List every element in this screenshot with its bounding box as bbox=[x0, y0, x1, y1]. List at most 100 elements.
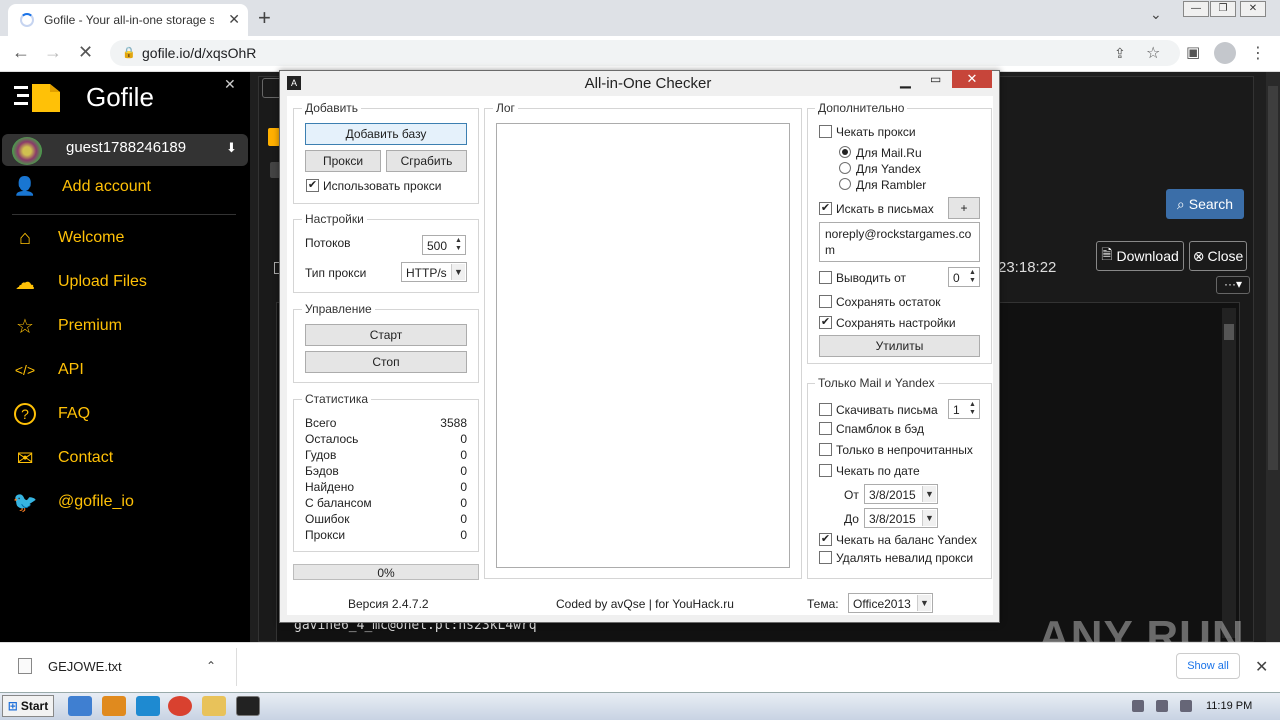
add-search-term-button[interactable]: + bbox=[948, 197, 980, 219]
check-by-date-checkbox[interactable] bbox=[819, 464, 832, 477]
check-proxy-checkbox[interactable] bbox=[819, 125, 832, 138]
spamblock-checkbox[interactable] bbox=[819, 422, 832, 435]
save-settings-checkbox[interactable]: ✔ bbox=[819, 316, 832, 329]
close-button[interactable]: ⊗ Close bbox=[1189, 241, 1247, 271]
window-minimize-button[interactable]: — bbox=[1183, 1, 1209, 17]
grab-button[interactable]: Сграбить bbox=[386, 150, 467, 172]
show-all-button[interactable]: Show all bbox=[1176, 653, 1240, 679]
sidebar-item-api[interactable]: </> API bbox=[10, 356, 84, 384]
explorer-icon[interactable] bbox=[202, 696, 226, 716]
utils-button[interactable]: Утилиты bbox=[819, 335, 980, 357]
search-button[interactable]: ⌕ Search bbox=[1166, 189, 1244, 219]
chevron-down-icon[interactable]: ▼ bbox=[451, 264, 465, 280]
chrome-icon[interactable] bbox=[168, 696, 192, 716]
chevron-down-icon[interactable]: ▼ bbox=[917, 595, 931, 611]
date-to-picker[interactable]: 3/8/2015 ▼ bbox=[864, 508, 938, 528]
stepper-arrows-icon[interactable]: ▲ ▼ bbox=[967, 401, 978, 417]
checker-taskbar-icon[interactable] bbox=[236, 696, 260, 716]
profile-avatar-icon[interactable] bbox=[1214, 42, 1236, 64]
check-balance-checkbox[interactable]: ✔ bbox=[819, 533, 832, 546]
preview-scrollbar[interactable] bbox=[1222, 308, 1236, 638]
dialog-close-button[interactable]: ✕ bbox=[952, 70, 992, 88]
output-from-checkbox[interactable] bbox=[819, 271, 832, 284]
chevron-up-icon[interactable]: ⌃ bbox=[206, 659, 216, 673]
remove-invalid-checkbox[interactable] bbox=[819, 551, 832, 564]
save-rest-label: Сохранять остаток bbox=[836, 295, 941, 309]
proxy-button[interactable]: Прокси bbox=[305, 150, 381, 172]
use-proxy-checkbox[interactable]: ✔ bbox=[306, 179, 319, 192]
close-downloads-icon[interactable]: ✕ bbox=[1255, 657, 1268, 677]
search-label: Search bbox=[1188, 196, 1234, 212]
threads-stepper[interactable]: 500 ▲ ▼ bbox=[422, 235, 466, 255]
download-item-name[interactable]: GEJOWE.txt bbox=[48, 659, 122, 674]
download-button[interactable]: 🗎 Download bbox=[1096, 241, 1184, 271]
chevron-down-icon[interactable]: ▼ bbox=[922, 510, 936, 526]
only-unread-label: Только в непрочитанных bbox=[836, 443, 973, 457]
browser-tab[interactable]: Gofile - Your all-in-one storage solutio… bbox=[8, 4, 248, 36]
edge-icon[interactable] bbox=[136, 696, 160, 716]
download-mail-label: Скачивать письма bbox=[836, 403, 938, 417]
search-terms-field[interactable]: noreply@rockstargames.com bbox=[819, 222, 980, 262]
proxy-type-label: Тип прокси bbox=[305, 266, 367, 280]
download-mail-stepper[interactable]: 1 ▲ ▼ bbox=[948, 399, 980, 419]
only-unread-checkbox[interactable] bbox=[819, 443, 832, 456]
sidebar-item-contact[interactable]: ✉ Contact bbox=[10, 444, 114, 472]
sidebar-close-icon[interactable]: ✕ bbox=[224, 76, 236, 93]
browser-menu-icon[interactable]: ⋮ bbox=[1250, 43, 1266, 63]
dialog-maximize-button[interactable]: ▭ bbox=[930, 72, 941, 86]
download-mail-checkbox[interactable] bbox=[819, 403, 832, 416]
forward-arrow-icon[interactable]: → bbox=[44, 42, 62, 63]
sidebar-item-welcome[interactable]: ⌂ Welcome bbox=[10, 224, 124, 252]
tray-network-icon[interactable] bbox=[1156, 700, 1168, 712]
output-from-stepper[interactable]: 0 ▲ ▼ bbox=[948, 267, 980, 287]
tab-close-icon[interactable]: ✕ bbox=[228, 11, 240, 28]
stat-label: Ошибок bbox=[305, 512, 350, 526]
theme-select[interactable]: Office2013 ▼ bbox=[848, 593, 933, 613]
search-in-mail-checkbox[interactable]: ✔ bbox=[819, 202, 832, 215]
log-textbox[interactable] bbox=[496, 123, 790, 568]
media-player-icon[interactable] bbox=[102, 696, 126, 716]
dialog-minimize-button[interactable]: ▁ bbox=[900, 72, 911, 89]
date-from-picker[interactable]: 3/8/2015 ▼ bbox=[864, 484, 938, 504]
stop-button[interactable]: Стоп bbox=[305, 351, 467, 373]
stop-loading-icon[interactable]: ✕ bbox=[78, 42, 93, 63]
preview-scroll-thumb[interactable] bbox=[1224, 324, 1234, 340]
new-tab-button[interactable]: + bbox=[258, 5, 271, 31]
ie-icon[interactable] bbox=[68, 696, 92, 716]
share-icon[interactable]: ⇪ bbox=[1114, 45, 1126, 62]
sidebar-item-gofile-io[interactable]: 🐦 @gofile_io bbox=[10, 488, 134, 516]
date-to-value: 3/8/2015 bbox=[869, 512, 916, 526]
tray-audio-icon[interactable] bbox=[1132, 700, 1144, 712]
window-close-button[interactable]: ✕ bbox=[1240, 1, 1266, 17]
more-options-button[interactable]: ···▾ bbox=[1216, 276, 1250, 294]
stepper-arrows-icon[interactable]: ▲ ▼ bbox=[453, 237, 464, 253]
yandex-radio[interactable] bbox=[839, 162, 851, 174]
start-button[interactable]: Старт bbox=[305, 324, 467, 346]
window-restore-button[interactable]: ❐ bbox=[1210, 1, 1236, 17]
back-arrow-icon[interactable]: ← bbox=[12, 42, 30, 63]
stepper-arrows-icon[interactable]: ▲ ▼ bbox=[967, 269, 978, 285]
start-button[interactable]: ⊞ Start bbox=[2, 695, 54, 717]
sidebar-item-faq[interactable]: ? FAQ bbox=[10, 400, 90, 428]
tray-flag-icon[interactable] bbox=[1180, 700, 1192, 712]
add-base-button[interactable]: Добавить базу bbox=[305, 123, 467, 145]
page-scroll-thumb[interactable] bbox=[1268, 86, 1278, 470]
start-label: Start bbox=[20, 699, 49, 713]
url-text: gofile.io/d/xqsOhR bbox=[142, 45, 257, 61]
mailru-radio[interactable] bbox=[839, 146, 851, 158]
add-account-link[interactable]: 👤 Add account bbox=[10, 176, 151, 197]
sidebar-item-label: Contact bbox=[58, 449, 114, 466]
tab-search-chevron-icon[interactable]: ⌄ bbox=[1150, 6, 1162, 23]
sidebar-item-premium[interactable]: ☆ Premium bbox=[10, 312, 122, 340]
sidebar-item-label: API bbox=[58, 361, 84, 378]
sidepanel-icon[interactable]: ▣ bbox=[1186, 43, 1200, 61]
rambler-radio[interactable] bbox=[839, 178, 851, 190]
chevron-down-icon[interactable]: ▼ bbox=[922, 486, 936, 502]
save-rest-checkbox[interactable] bbox=[819, 295, 832, 308]
url-field[interactable]: 🔒 gofile.io/d/xqsOhR bbox=[110, 40, 1180, 66]
bookmark-star-icon[interactable]: ☆ bbox=[1146, 43, 1160, 63]
account-dropdown-arrow-icon[interactable]: ⬇ bbox=[226, 140, 237, 156]
proxy-type-select[interactable]: HTTP/s ▼ bbox=[401, 262, 467, 282]
sidebar-item-upload-files[interactable]: ☁ Upload Files bbox=[10, 268, 147, 296]
clock[interactable]: 11:19 PM bbox=[1206, 700, 1252, 712]
